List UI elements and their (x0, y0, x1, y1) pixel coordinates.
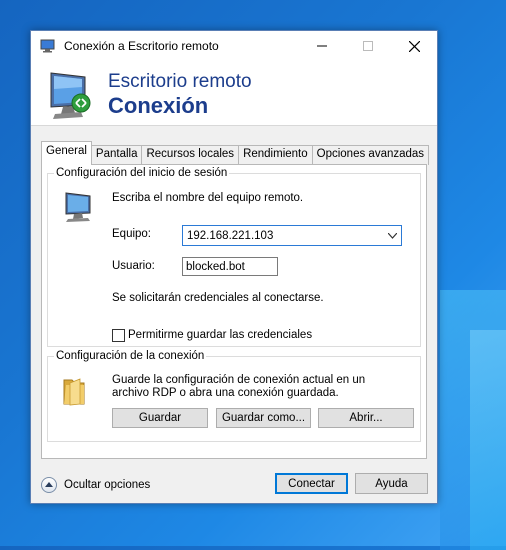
tab-experience[interactable]: Rendimiento (238, 145, 313, 165)
connection-settings-legend: Configuración de la conexión (56, 350, 205, 362)
header-banner: Escritorio remoto Conexión (31, 61, 437, 126)
banner-title-line1: Escritorio remoto (108, 71, 252, 92)
remote-desktop-monitor-icon (50, 72, 91, 119)
folder-icon (63, 378, 85, 406)
remote-desktop-icon (40, 39, 55, 53)
save-as-button[interactable]: Guardar como... (216, 408, 311, 428)
tab-display[interactable]: Pantalla (90, 145, 143, 165)
desktop-wallpaper-shape (470, 330, 506, 550)
tab-general[interactable]: General (41, 141, 92, 165)
user-input[interactable]: blocked.bot (182, 257, 278, 276)
help-button[interactable]: Ayuda (355, 473, 428, 494)
title-bar[interactable]: Conexión a Escritorio remoto (31, 31, 437, 61)
computer-value: 192.168.221.103 (187, 229, 274, 242)
open-button[interactable]: Abrir... (318, 408, 414, 428)
allow-save-credentials-checkbox[interactable] (112, 329, 125, 342)
banner-title-line2: Conexión (108, 93, 209, 118)
chevron-down-icon[interactable] (383, 232, 401, 239)
rdp-window: Conexión a Escritorio remoto Escritorio … (30, 30, 438, 504)
connection-description: Guarde la configuración de conexión actu… (112, 374, 366, 399)
minimize-button[interactable] (299, 31, 345, 61)
close-button[interactable] (391, 31, 437, 61)
general-tab-panel: Configuración del inicio de sesión Escri… (41, 164, 427, 459)
maximize-icon (363, 41, 373, 51)
connect-button[interactable]: Conectar (275, 473, 348, 494)
save-button[interactable]: Guardar (112, 408, 208, 428)
user-label: Usuario: (112, 260, 155, 272)
maximize-button[interactable] (345, 31, 391, 61)
allow-save-credentials-label[interactable]: Permitirme guardar las credenciales (128, 329, 312, 341)
close-icon (408, 40, 420, 52)
hide-options-toggle[interactable]: Ocultar opciones (41, 477, 150, 493)
window-title: Conexión a Escritorio remoto (64, 39, 219, 53)
chevron-up-icon[interactable] (41, 477, 57, 493)
logon-settings-legend: Configuración del inicio de sesión (56, 167, 228, 179)
computer-combobox[interactable]: 192.168.221.103 (182, 225, 402, 246)
minimize-icon (317, 45, 327, 47)
tab-local-resources[interactable]: Recursos locales (141, 145, 240, 165)
computer-instruction: Escriba el nombre del equipo remoto. (112, 192, 304, 204)
tab-advanced[interactable]: Opciones avanzadas (311, 145, 430, 165)
tab-strip: General Pantalla Recursos locales Rendim… (41, 141, 430, 165)
credentials-note: Se solicitarán credenciales al conectars… (112, 292, 324, 304)
logon-settings-group: Configuración del inicio de sesión Escri… (47, 167, 421, 347)
connection-settings-group: Configuración de la conexión Guarde la c… (47, 350, 421, 442)
hide-options-label[interactable]: Ocultar opciones (64, 479, 150, 491)
computer-label: Equipo: (112, 228, 152, 240)
computer-icon (65, 192, 91, 222)
